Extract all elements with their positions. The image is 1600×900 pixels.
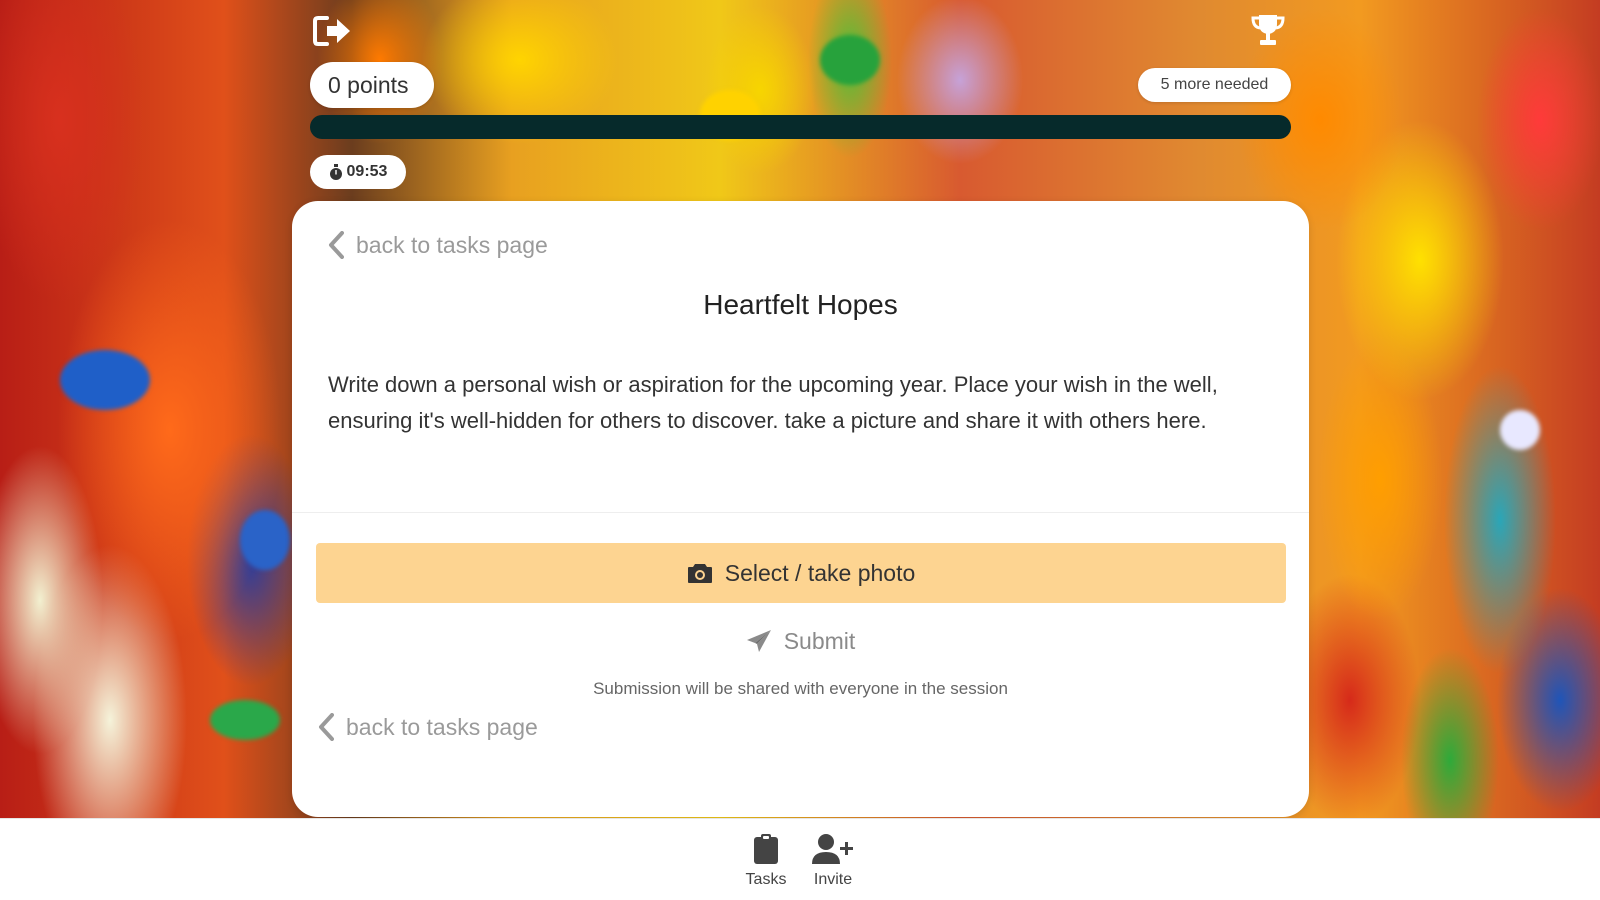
- chevron-left-icon: [319, 713, 334, 741]
- task-card: back to tasks page Heartfelt Hopes Write…: [292, 201, 1309, 817]
- points-badge: 0 points: [310, 62, 434, 108]
- stopwatch-icon: [329, 163, 342, 180]
- divider: [292, 512, 1309, 513]
- background-pin: [1500, 410, 1540, 450]
- share-notice: Submission will be shared with everyone …: [593, 679, 1008, 698]
- clipboard-icon: [754, 834, 778, 864]
- countdown-timer: 09:53: [310, 155, 406, 189]
- sign-out-icon: [313, 16, 350, 46]
- back-to-tasks-link[interactable]: back to tasks page: [328, 231, 548, 259]
- task-description: Write down a personal wish or aspiration…: [328, 372, 1218, 433]
- background-pin: [240, 510, 290, 570]
- submit-label: Submit: [783, 627, 856, 654]
- task-title: Heartfelt Hopes: [703, 289, 898, 320]
- timer-value: 09:53: [346, 163, 388, 180]
- nav-invite[interactable]: Invite: [803, 833, 863, 889]
- logout-button[interactable]: [313, 14, 353, 48]
- back-to-tasks-link[interactable]: back to tasks page: [318, 713, 538, 741]
- leaderboard-button[interactable]: [1250, 12, 1286, 48]
- back-link-label: back to tasks page: [356, 231, 548, 258]
- chevron-left-icon: [329, 231, 344, 259]
- user-plus-icon: [812, 834, 853, 864]
- nav-invite-label: Invite: [813, 871, 853, 888]
- trophy-icon: [1251, 15, 1285, 45]
- paper-plane-icon: [746, 630, 771, 652]
- bottom-nav: Tasks Invite: [0, 818, 1600, 900]
- select-photo-label: Select / take photo: [724, 559, 916, 586]
- camera-icon: [687, 564, 712, 583]
- background-pin: [60, 350, 150, 410]
- points-needed-badge: 5 more needed: [1138, 68, 1291, 102]
- points-progress-bar: [310, 115, 1291, 139]
- nav-tasks[interactable]: Tasks: [736, 833, 796, 889]
- submit-button[interactable]: Submit: [292, 619, 1309, 663]
- background-pin: [210, 700, 280, 740]
- back-link-label: back to tasks page: [346, 713, 538, 740]
- select-photo-button[interactable]: Select / take photo: [316, 543, 1286, 603]
- background-pin: [820, 35, 880, 85]
- nav-tasks-label: Tasks: [745, 871, 787, 888]
